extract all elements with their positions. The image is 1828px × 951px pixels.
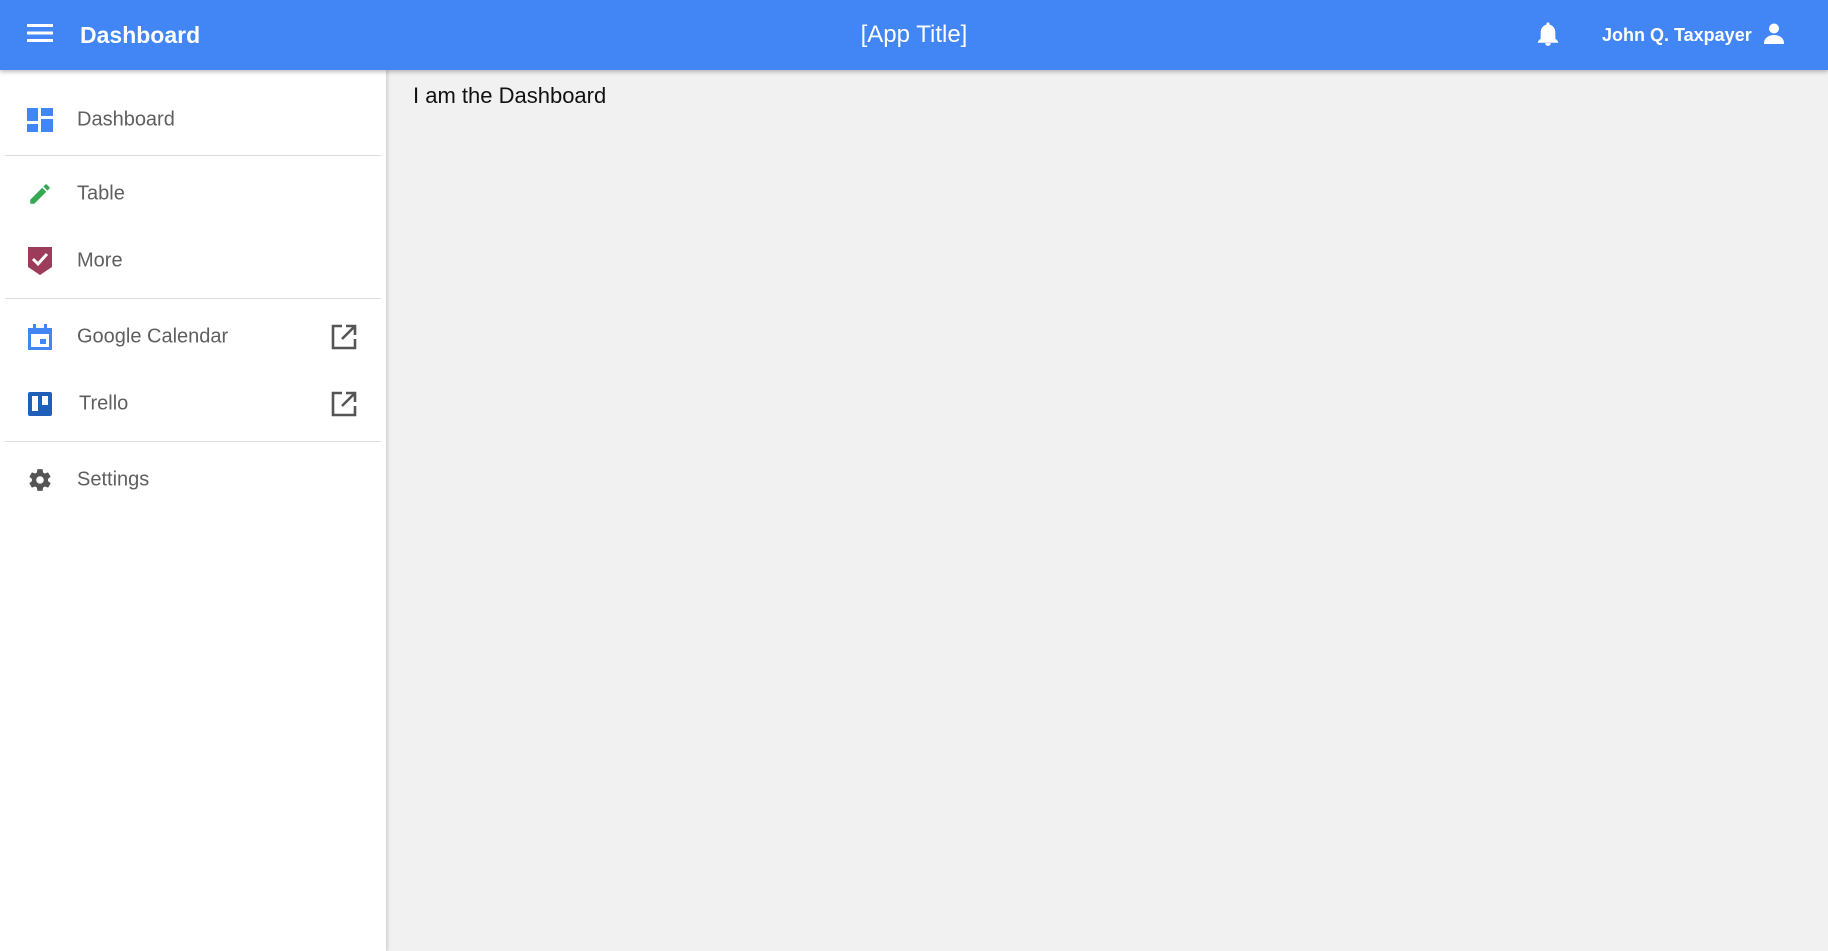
pencil-icon [27,181,53,207]
divider [5,298,381,299]
divider [5,155,381,156]
gear-icon [27,467,53,493]
sidebar-nav: Dashboard Table More Google Calendar Tre… [0,70,387,951]
sidebar-item-more[interactable]: More [0,227,386,294]
sidebar-item-table[interactable]: Table [0,160,386,227]
main-content: I am the Dashboard [388,70,1828,951]
app-title: [App Title] [860,21,968,48]
sidebar-item-label: Trello [79,392,129,414]
open-in-new-icon[interactable] [330,390,358,418]
dashboard-message: I am the Dashboard [413,83,607,108]
sidebar-item-trello[interactable]: Trello [0,370,386,437]
bell-icon [1537,21,1559,52]
divider [5,441,381,442]
person-icon [1762,21,1786,50]
calendar-icon [27,323,53,350]
notifications-button[interactable] [1530,18,1566,54]
sidebar-item-google-calendar[interactable]: Google Calendar [0,303,386,370]
menu-button[interactable] [20,17,60,53]
hamburger-menu-icon [27,23,53,48]
sidebar-item-label: Dashboard [77,108,175,130]
app-root: Dashboard [App Title] John Q. Taxpayer D… [0,0,1828,951]
sidebar-item-label: More [77,249,123,271]
dashboard-icon [27,107,53,133]
user-name: John Q. Taxpayer [1602,24,1752,45]
sidebar-item-label: Settings [77,468,150,490]
sidebar-item-label: Google Calendar [77,325,229,347]
sidebar-item-label: Table [77,182,125,204]
brand-title[interactable]: Dashboard [80,0,200,70]
sidebar-item-settings[interactable]: Settings [0,446,386,513]
sidebar-item-dashboard[interactable]: Dashboard [0,88,386,151]
top-app-bar: Dashboard [App Title] John Q. Taxpayer [0,0,1828,70]
shield-check-icon [27,246,53,275]
open-in-new-icon[interactable] [330,323,358,351]
trello-icon [27,391,53,417]
user-menu-button[interactable]: John Q. Taxpayer [1602,14,1786,56]
